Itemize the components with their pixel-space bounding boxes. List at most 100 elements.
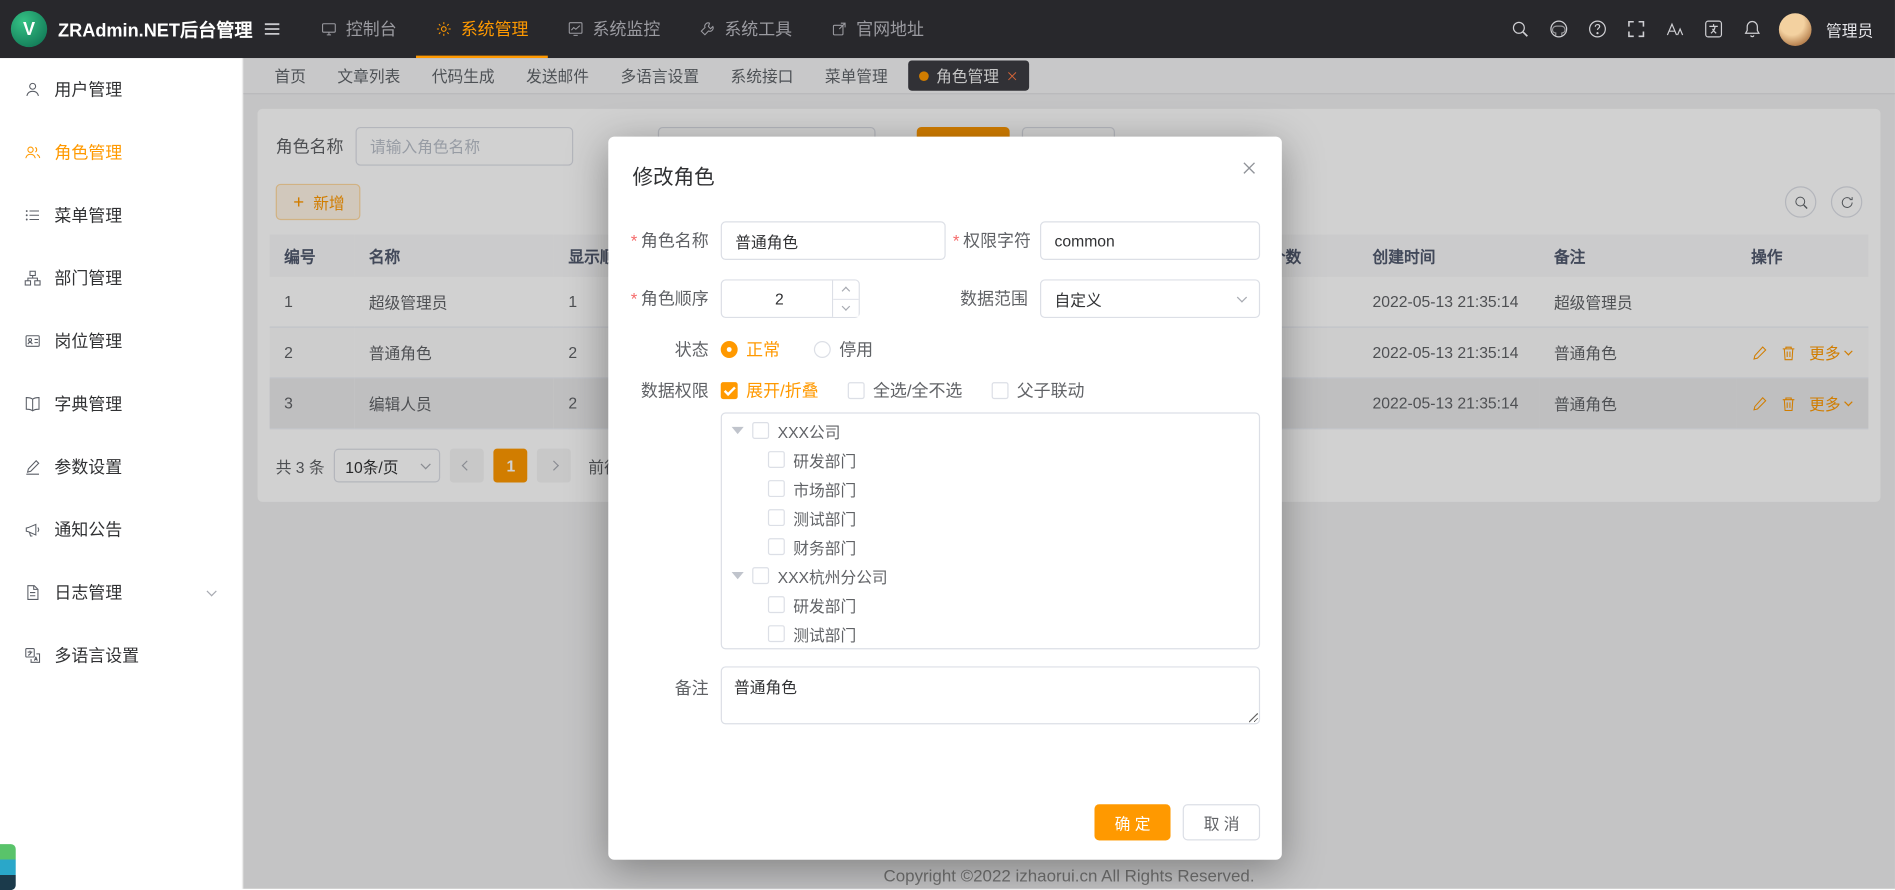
stepper-controls bbox=[832, 281, 859, 317]
tree-node-checkbox[interactable] bbox=[768, 480, 785, 497]
tree-node-dept[interactable]: 市场部门 bbox=[722, 474, 1259, 503]
user-icon bbox=[24, 81, 41, 98]
console-icon bbox=[320, 21, 337, 38]
sidebar-item-log-management[interactable]: 日志管理 bbox=[0, 561, 242, 624]
parent-child-link-checkbox[interactable]: 父子联动 bbox=[991, 379, 1084, 403]
sidebar-item-label: 岗位管理 bbox=[54, 329, 122, 353]
sidebar-item-user-management[interactable]: 用户管理 bbox=[0, 58, 242, 121]
role-order-stepper[interactable]: 2 bbox=[721, 279, 860, 318]
sidebar-item-menu-management[interactable]: 菜单管理 bbox=[0, 184, 242, 247]
sidebar-toggle-button[interactable] bbox=[262, 19, 281, 38]
data-scope-select[interactable]: 自定义 bbox=[1040, 279, 1260, 318]
hamburger-icon bbox=[262, 19, 281, 38]
tree-node-label: XXX公司 bbox=[778, 419, 841, 442]
user-avatar[interactable] bbox=[1779, 13, 1812, 46]
cancel-button[interactable]: 取 消 bbox=[1183, 804, 1260, 840]
edit-icon bbox=[24, 458, 41, 475]
brand: V ZRAdmin.NET后台管理 bbox=[0, 11, 243, 47]
language-button[interactable] bbox=[1701, 17, 1725, 41]
sidebar-item-notice[interactable]: 通知公告 bbox=[0, 498, 242, 561]
help-button[interactable] bbox=[1585, 17, 1609, 41]
github-icon bbox=[1549, 19, 1568, 38]
chevron-down-icon bbox=[206, 586, 216, 596]
data-perm-label: 数据权限 bbox=[630, 379, 721, 403]
role-key-label: *权限字符 bbox=[953, 229, 1040, 253]
list-icon bbox=[24, 207, 41, 224]
status-normal-radio[interactable]: 正常 bbox=[721, 337, 780, 361]
font-size-icon bbox=[1665, 19, 1684, 38]
sidebar-item-label: 参数设置 bbox=[54, 455, 122, 479]
notifications-button[interactable] bbox=[1740, 17, 1764, 41]
github-button[interactable] bbox=[1547, 17, 1571, 41]
corner-widget[interactable] bbox=[0, 844, 16, 890]
expand-collapse-checkbox[interactable]: 展开/折叠 bbox=[721, 379, 819, 403]
tree-node-label: 财务部门 bbox=[793, 535, 856, 558]
status-disabled-radio[interactable]: 停用 bbox=[814, 337, 873, 361]
tree-node-checkbox[interactable] bbox=[768, 596, 785, 613]
tree-node-checkbox[interactable] bbox=[768, 509, 785, 526]
remark-label: 备注 bbox=[630, 666, 721, 700]
tree-node-dept[interactable]: 财务部门 bbox=[722, 532, 1259, 561]
tree-node-dept[interactable]: 测试部门 bbox=[722, 619, 1259, 648]
tree-node-dept[interactable]: 测试部门 bbox=[722, 503, 1259, 532]
dialog-footer: 确 定 取 消 bbox=[1094, 804, 1260, 840]
tree-node-branch-company[interactable]: XXX杭州分公司 bbox=[722, 561, 1259, 590]
tree-node-checkbox[interactable] bbox=[768, 451, 785, 468]
tree-node-checkbox[interactable] bbox=[768, 625, 785, 642]
fullscreen-button[interactable] bbox=[1624, 17, 1648, 41]
header-search-button[interactable] bbox=[1508, 17, 1532, 41]
document-icon bbox=[24, 584, 41, 601]
tree-expand-caret[interactable] bbox=[732, 572, 744, 579]
confirm-button[interactable]: 确 定 bbox=[1094, 804, 1171, 840]
data-scope-label: 数据范围 bbox=[953, 287, 1040, 311]
tree-node-checkbox[interactable] bbox=[752, 422, 769, 439]
sidebar-item-label: 通知公告 bbox=[54, 518, 122, 542]
font-size-button[interactable] bbox=[1663, 17, 1687, 41]
tree-expand-caret[interactable] bbox=[732, 427, 744, 434]
nav-system-monitor[interactable]: 系统监控 bbox=[548, 0, 680, 58]
top-nav: 控制台 系统管理 系统监控 系统工具 官网地址 bbox=[301, 0, 943, 58]
nav-website-link[interactable]: 官网地址 bbox=[811, 0, 943, 58]
radio-selected-icon bbox=[721, 341, 738, 358]
role-key-input[interactable] bbox=[1040, 221, 1260, 260]
nav-system-management[interactable]: 系统管理 bbox=[416, 0, 548, 58]
nav-label: 控制台 bbox=[346, 17, 397, 41]
chevron-up-icon bbox=[842, 287, 851, 296]
tree-node-company[interactable]: XXX公司 bbox=[722, 416, 1259, 445]
nav-system-tools[interactable]: 系统工具 bbox=[680, 0, 812, 58]
sidebar-item-post-management[interactable]: 岗位管理 bbox=[0, 310, 242, 373]
fullscreen-icon bbox=[1626, 19, 1645, 38]
data-scope-value: 自定义 bbox=[1055, 287, 1102, 310]
tools-icon bbox=[699, 21, 716, 38]
sidebar-item-role-management[interactable]: 角色管理 bbox=[0, 121, 242, 184]
tree-node-label: 市场部门 bbox=[793, 477, 856, 500]
tree-node-checkbox[interactable] bbox=[752, 567, 769, 584]
tree-node-checkbox[interactable] bbox=[768, 538, 785, 555]
stepper-down-button[interactable] bbox=[833, 299, 858, 317]
data-perm-options: 展开/折叠 全选/全不选 父子联动 bbox=[721, 379, 1085, 403]
required-star: * bbox=[953, 231, 960, 250]
remark-textarea[interactable]: 普通角色 bbox=[721, 666, 1260, 724]
tree-node-label: 测试部门 bbox=[793, 622, 856, 645]
nav-label: 官网地址 bbox=[856, 17, 924, 41]
sidebar-item-label: 日志管理 bbox=[54, 580, 122, 604]
tree-node-dept[interactable]: 研发部门 bbox=[722, 590, 1259, 619]
username[interactable]: 管理员 bbox=[1826, 18, 1873, 41]
tree-node-label: 研发部门 bbox=[793, 593, 856, 616]
select-all-checkbox[interactable]: 全选/全不选 bbox=[848, 379, 963, 403]
stepper-up-button[interactable] bbox=[833, 281, 858, 300]
sidebar-item-label: 角色管理 bbox=[54, 140, 122, 164]
sidebar-item-dept-management[interactable]: 部门管理 bbox=[0, 247, 242, 310]
sidebar-item-param-settings[interactable]: 参数设置 bbox=[0, 435, 242, 498]
role-name-input[interactable] bbox=[721, 221, 946, 260]
sidebar-item-dict-management[interactable]: 字典管理 bbox=[0, 372, 242, 435]
parent-child-link-label: 父子联动 bbox=[1017, 379, 1085, 403]
nav-console[interactable]: 控制台 bbox=[301, 0, 416, 58]
id-badge-icon bbox=[24, 333, 41, 350]
translate-icon bbox=[24, 647, 41, 664]
sidebar-item-i18n-settings[interactable]: 多语言设置 bbox=[0, 624, 242, 687]
tree-node-dept[interactable]: 研发部门 bbox=[722, 445, 1259, 474]
org-tree-icon bbox=[24, 270, 41, 287]
chevron-down-icon bbox=[842, 302, 851, 311]
close-dialog-icon[interactable] bbox=[1241, 160, 1258, 177]
